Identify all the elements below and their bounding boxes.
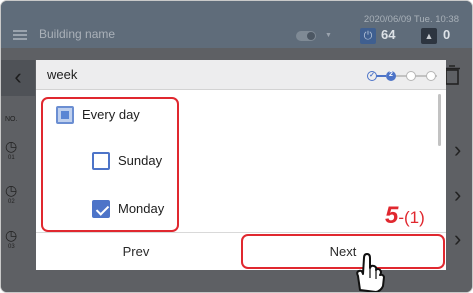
step-callout: 5-(1) [385, 203, 425, 232]
dropdown-arrow-icon[interactable]: ▼ [325, 32, 332, 39]
building-name: Building name [39, 27, 116, 41]
highlight-frame [41, 97, 179, 232]
step-current-icon: 2 [386, 71, 396, 81]
row-id: 02 [8, 199, 15, 205]
next-button[interactable]: Next [241, 234, 445, 269]
menu-icon[interactable] [13, 30, 27, 40]
power-count: 64 [381, 27, 396, 42]
scrollbar[interactable] [438, 94, 441, 146]
dialog-title: week [47, 67, 78, 82]
step-indicator: ✓ 2 [367, 71, 437, 81]
no-column-label: NO. [5, 116, 18, 123]
toggle-switch[interactable] [296, 31, 316, 41]
row-arrow-icon[interactable]: › [454, 228, 468, 251]
prev-button[interactable]: Prev [36, 233, 236, 270]
step-pending-icon [426, 71, 436, 81]
dialog-header: week ✓ 2 [36, 60, 446, 90]
clock-icon: ◷ 01 [5, 138, 23, 166]
datetime: 2020/06/09 Tue. 10:38 [363, 14, 459, 25]
row-id: 03 [8, 244, 15, 250]
row-arrow-icon[interactable]: › [454, 184, 468, 207]
back-button[interactable]: ‹ [1, 60, 35, 96]
trash-icon[interactable] [444, 65, 464, 91]
step-done-icon: ✓ [367, 71, 377, 81]
row-arrow-icon[interactable]: › [454, 139, 468, 162]
pointer-hand-icon [356, 253, 385, 292]
top-bar: Building name ▼ 2020/06/09 Tue. 10:38 ⏻ … [1, 1, 472, 48]
alert-icon: ▲ [421, 28, 437, 44]
step-sub: -(1) [398, 208, 425, 227]
clock-icon: ◷ 03 [5, 227, 23, 255]
power-icon: ⏻ [360, 28, 376, 44]
alert-count: 0 [443, 27, 451, 42]
step-pending-icon [406, 71, 416, 81]
row-id: 01 [8, 155, 15, 161]
clock-icon: ◷ 02 [5, 182, 23, 210]
step-number: 5 [385, 202, 399, 229]
app-window: Building name ▼ 2020/06/09 Tue. 10:38 ⏻ … [0, 0, 473, 293]
